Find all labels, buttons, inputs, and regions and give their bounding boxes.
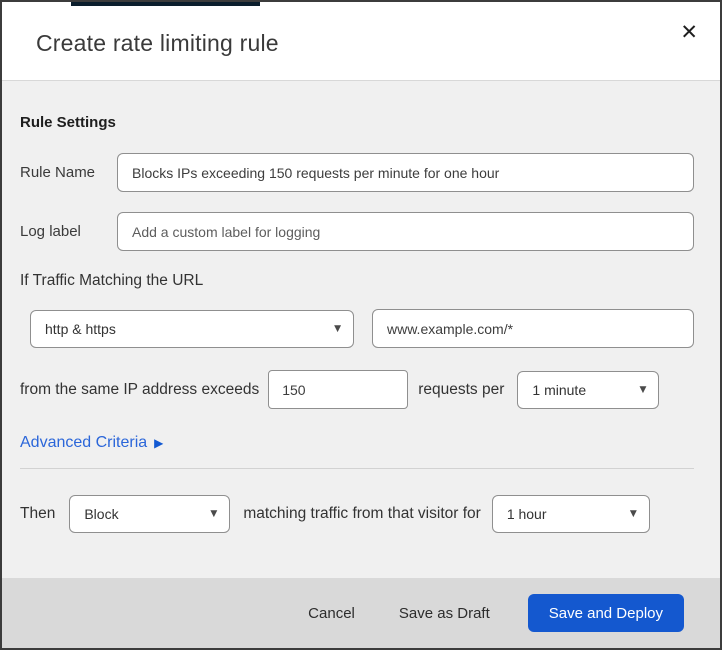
scheme-select-value: http & https (45, 320, 116, 337)
log-label-label: Log label (20, 223, 81, 240)
close-icon[interactable]: ✕ (676, 18, 702, 47)
caret-down-icon: ▼ (210, 509, 218, 519)
duration-select[interactable]: 1 hour ▼ (491, 495, 650, 533)
rule-name-input[interactable] (117, 153, 694, 192)
traffic-match-intro: If Traffic Matching the URL (20, 272, 204, 289)
log-label-input[interactable] (117, 212, 694, 251)
url-match-row: http & https ▼ (20, 309, 694, 348)
modal-title: Create rate limiting rule (36, 29, 279, 56)
arrow-right-icon: ▶ (154, 436, 164, 450)
cancel-button[interactable]: Cancel (298, 597, 365, 630)
threshold-text-after: requests per (418, 380, 505, 398)
request-count-input[interactable] (268, 370, 409, 409)
rule-name-label: Rule Name (20, 164, 96, 181)
action-row: Then Block ▼ matching traffic from that … (20, 495, 694, 533)
period-select[interactable]: 1 minute ▼ (517, 370, 660, 409)
caret-down-icon: ▼ (334, 323, 341, 334)
duration-select-value: 1 hour (506, 506, 547, 522)
caret-down-icon: ▼ (629, 509, 637, 519)
rule-name-row: Rule Name (20, 153, 694, 192)
action-select-value: Block (84, 506, 119, 522)
rule-settings-heading: Rule Settings (20, 114, 116, 131)
advanced-criteria-label: Advanced Criteria (20, 434, 148, 451)
url-pattern-input[interactable] (372, 309, 694, 348)
threshold-row: from the same IP address exceeds request… (20, 370, 694, 409)
threshold-text-before: from the same IP address exceeds (20, 380, 260, 398)
save-and-deploy-button[interactable]: Save and Deploy (527, 594, 684, 632)
advanced-criteria-link[interactable]: Advanced Criteria ▶ (20, 434, 163, 452)
modal-body: Rule Settings Rule Name Log label If Tra… (2, 81, 720, 578)
action-select[interactable]: Block ▼ (69, 495, 231, 533)
then-label: Then (20, 505, 56, 522)
action-middle-text: matching traffic from that visitor for (243, 505, 481, 522)
scheme-select[interactable]: http & https ▼ (30, 309, 354, 348)
modal-footer: Cancel Save as Draft Save and Deploy (2, 578, 720, 648)
save-as-draft-button[interactable]: Save as Draft (389, 597, 500, 630)
create-rate-limiting-rule-dialog: Create rate limiting rule ✕ Rule Setting… (0, 0, 722, 650)
period-select-value: 1 minute (532, 381, 587, 398)
modal-header: Create rate limiting rule ✕ (2, 6, 720, 81)
log-label-row: Log label (20, 212, 694, 251)
section-divider (20, 468, 694, 469)
advanced-criteria-row: Advanced Criteria ▶ (20, 434, 694, 452)
caret-down-icon: ▼ (639, 384, 647, 395)
